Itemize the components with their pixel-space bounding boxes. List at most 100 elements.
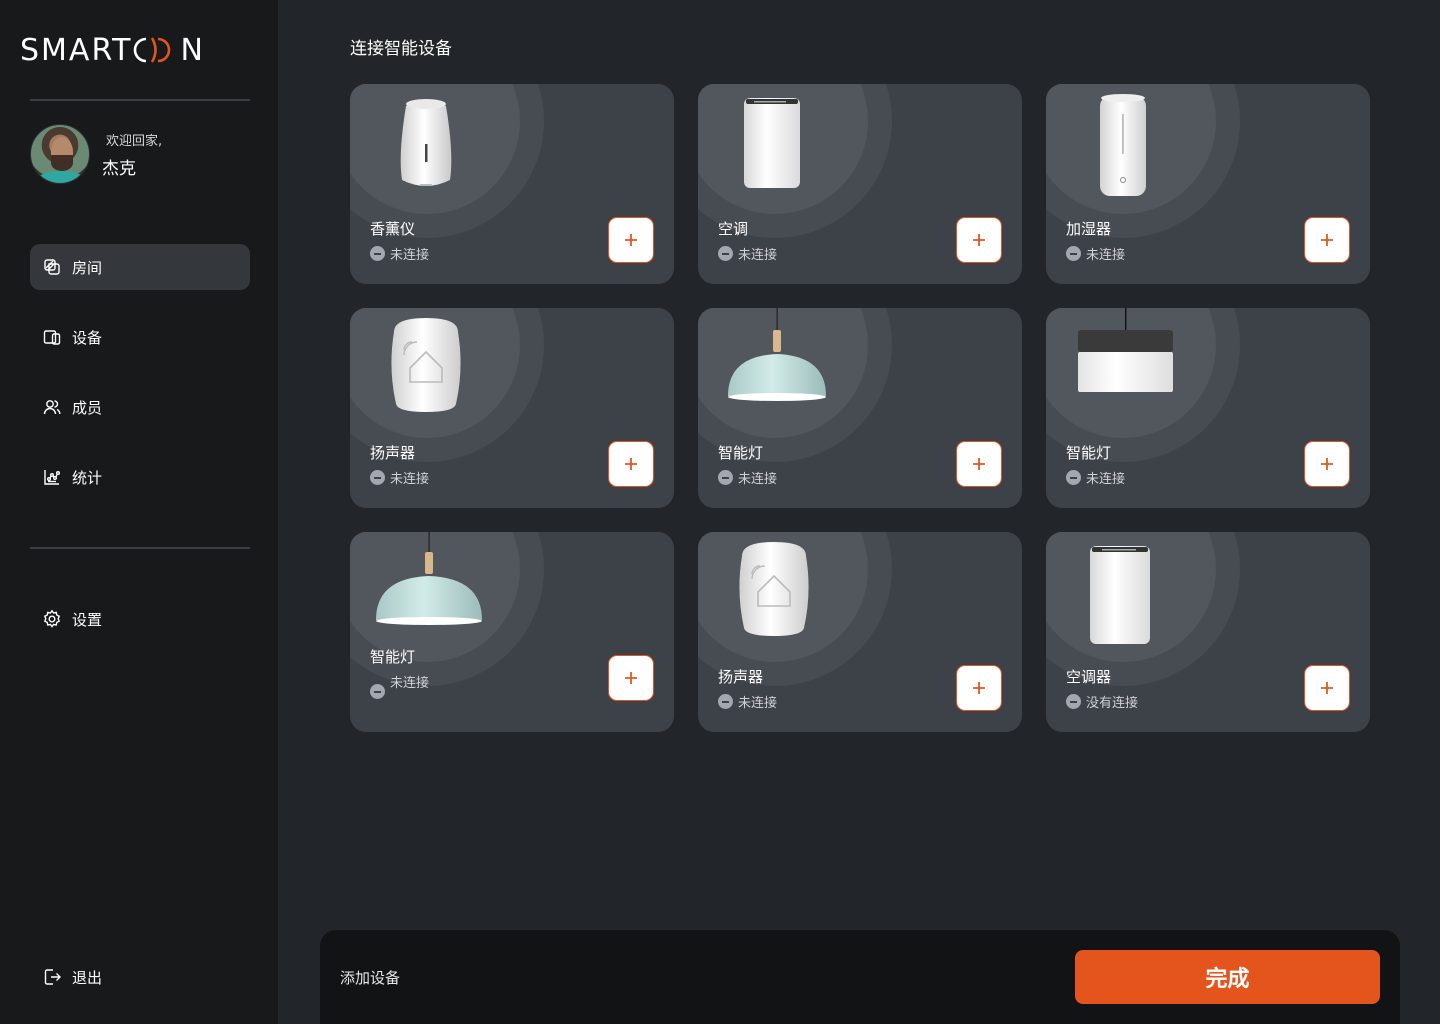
device-card: 空调器 没有连接: [1046, 532, 1370, 732]
add-device-button[interactable]: [608, 441, 654, 487]
sidebar-divider: [30, 99, 250, 101]
smart-speaker-icon: [739, 542, 809, 636]
rooms-icon: [44, 259, 60, 275]
sidebar: SMART N 欢迎回家, 杰克 房间 设备 成员 统计 设置 退出: [0, 0, 278, 1024]
plus-icon: [625, 234, 637, 246]
device-name: 扬声器: [370, 444, 416, 462]
status-minus-icon: [718, 694, 733, 709]
plus-icon: [1321, 682, 1333, 694]
device-card: 扬声器 未连接: [698, 532, 1022, 732]
logo-text-left: SMART: [20, 32, 133, 68]
avatar: [30, 124, 90, 184]
device-status: 未连接: [370, 468, 429, 487]
add-device-button[interactable]: [1304, 217, 1350, 263]
device-status: 未连接: [718, 468, 777, 487]
sidebar-item-label: 统计: [72, 468, 103, 487]
sidebar-item-settings[interactable]: 设置: [30, 596, 250, 642]
sidebar-item-rooms[interactable]: 房间: [30, 244, 250, 290]
status-minus-icon: [370, 246, 385, 261]
add-device-button[interactable]: [956, 441, 1002, 487]
device-name: 加湿器: [1066, 220, 1112, 238]
sidebar-item-stats[interactable]: 统计: [30, 454, 250, 500]
pendant-lamp-icon: [1078, 308, 1173, 392]
plus-icon: [973, 234, 985, 246]
bottom-action-bar: 添加设备 完成: [320, 930, 1400, 1024]
page-title: 连接智能设备: [350, 39, 452, 59]
status-minus-icon: [1066, 246, 1081, 261]
device-name: 智能灯: [1066, 444, 1112, 462]
pendant-lamp-icon: [376, 532, 482, 625]
status-text: 没有连接: [1086, 696, 1139, 711]
status-text: 未连接: [1086, 248, 1126, 263]
air-conditioner-icon: [1090, 546, 1150, 644]
device-status: 未连接: [718, 692, 777, 711]
status-text: 未连接: [738, 472, 778, 487]
status-minus-icon: [1066, 694, 1081, 709]
device-name: 香薰仪: [370, 220, 416, 238]
device-card: 空调 未连接: [698, 84, 1022, 284]
sidebar-item-label: 房间: [72, 258, 103, 277]
status-minus-icon: [718, 470, 733, 485]
add-device-button[interactable]: [1304, 441, 1350, 487]
logo-text-right: N: [180, 32, 205, 68]
status-text: 未连接: [738, 248, 778, 263]
smart-speaker-icon: [391, 318, 461, 412]
sidebar-item-members[interactable]: 成员: [30, 384, 250, 430]
sidebar-item-devices[interactable]: 设备: [30, 314, 250, 360]
status-text: 未连接: [738, 696, 778, 711]
add-device-button[interactable]: [1304, 665, 1350, 711]
user-profile: 欢迎回家, 杰克: [30, 124, 162, 184]
device-name: 智能灯: [370, 648, 416, 666]
sidebar-divider: [30, 547, 250, 549]
add-device-label: 添加设备: [340, 969, 401, 987]
device-status: 没有连接: [1066, 692, 1138, 711]
add-device-button[interactable]: [956, 665, 1002, 711]
device-card: 扬声器 未连接: [350, 308, 674, 508]
sidebar-item-logout[interactable]: 退出: [30, 954, 250, 1000]
status-minus-icon: [370, 470, 385, 485]
plus-icon: [973, 682, 985, 694]
done-button[interactable]: 完成: [1075, 950, 1380, 1004]
devices-icon: [43, 330, 61, 345]
humidifier-icon: [1100, 94, 1146, 196]
device-card: 香薰仪 未连接: [350, 84, 674, 284]
sidebar-item-label: 退出: [72, 968, 103, 987]
plus-icon: [625, 672, 637, 684]
add-device-button[interactable]: [956, 217, 1002, 263]
device-card: 加湿器 未连接: [1046, 84, 1370, 284]
status-minus-icon: [1066, 470, 1081, 485]
device-card: 智能灯 未连接: [350, 532, 674, 732]
stats-icon: [44, 470, 60, 485]
device-card: 智能灯 未连接: [698, 308, 1022, 508]
device-status: 未连接: [718, 244, 777, 263]
plus-icon: [1321, 234, 1333, 246]
device-status: 未连接: [1066, 468, 1125, 487]
app-logo: SMART N: [20, 30, 205, 70]
add-device-button[interactable]: [608, 217, 654, 263]
user-name: 杰克: [102, 158, 136, 179]
plus-icon: [625, 458, 637, 470]
sidebar-item-label: 成员: [72, 398, 103, 417]
status-text: 未连接: [390, 248, 430, 263]
logo-power-icon: [134, 37, 171, 63]
status-text: 未连接: [390, 676, 430, 691]
device-status: 未连接: [1066, 244, 1125, 263]
device-status: 未连接: [370, 672, 429, 699]
status-text: 未连接: [1086, 472, 1126, 487]
status-minus-icon: [370, 684, 385, 699]
add-device-button[interactable]: [608, 655, 654, 701]
device-status: 未连接: [370, 244, 429, 263]
status-minus-icon: [718, 246, 733, 261]
device-name: 空调器: [1066, 668, 1112, 686]
device-name: 空调: [718, 220, 749, 238]
sidebar-item-label: 设置: [72, 610, 103, 629]
status-text: 未连接: [390, 472, 430, 487]
plus-icon: [973, 458, 985, 470]
diffuser-icon: [400, 99, 452, 186]
device-card: 智能灯 未连接: [1046, 308, 1370, 508]
device-name: 智能灯: [718, 444, 764, 462]
pendant-lamp-icon: [728, 308, 826, 401]
members-icon: [43, 400, 61, 415]
plus-icon: [1321, 458, 1333, 470]
logout-icon: [44, 969, 61, 985]
